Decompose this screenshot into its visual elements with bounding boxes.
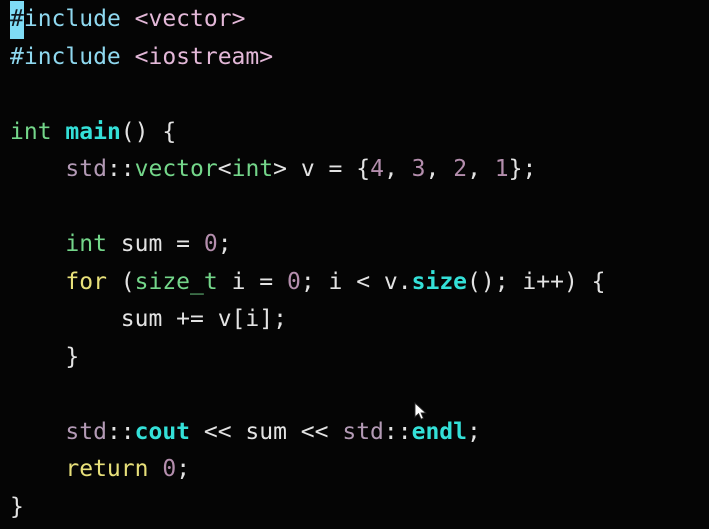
code-token: , — [383, 156, 412, 182]
code-token: :: — [106, 156, 135, 182]
code-token: endl — [411, 418, 467, 445]
code-token: 1 — [494, 156, 509, 182]
code-content[interactable]: #include <vector> #include <iostream> int… — [10, 1, 606, 526]
code-token: ; i < v. — [300, 268, 412, 295]
code-line[interactable] — [10, 76, 606, 114]
code-token: int — [65, 231, 107, 257]
code-token: for — [65, 268, 107, 295]
code-token: i = — [217, 268, 287, 295]
code-token: > — [273, 156, 301, 182]
code-token: }; — [508, 156, 537, 182]
code-token: std — [65, 418, 107, 445]
code-line[interactable]: int sum = 0; — [10, 226, 606, 264]
code-token: int — [231, 156, 274, 182]
code-token: () { — [120, 118, 177, 145]
code-token: std — [65, 156, 107, 182]
code-token: <iostream> — [134, 43, 274, 70]
code-token: size — [411, 268, 468, 295]
code-token: << sum << — [190, 418, 343, 445]
code-token: int — [10, 118, 52, 145]
code-token: size_t — [134, 268, 218, 295]
code-token: 0 — [162, 456, 177, 482]
code-token: include — [23, 6, 135, 32]
code-token: <vector> — [134, 6, 246, 32]
code-line[interactable]: return 0; — [10, 451, 606, 489]
code-token: 2 — [453, 156, 468, 182]
code-token: ; — [467, 418, 481, 445]
text-caret: # — [10, 1, 24, 39]
code-token: , — [467, 156, 495, 182]
code-line[interactable]: sum += v[i]; — [10, 301, 606, 339]
code-token: std — [342, 418, 384, 445]
code-token: } — [10, 493, 24, 520]
code-token: sum = — [106, 231, 204, 257]
code-token: cout — [134, 418, 191, 445]
code-token: 4 — [370, 156, 384, 182]
code-token: :: — [106, 418, 135, 445]
code-token: #include — [10, 43, 135, 70]
code-line[interactable] — [10, 376, 606, 414]
code-token: ( — [106, 268, 135, 295]
code-line[interactable]: int main() { — [10, 114, 606, 152]
code-token: } — [10, 343, 80, 370]
code-token: return — [65, 456, 149, 482]
code-line[interactable] — [10, 189, 606, 227]
code-line[interactable]: std::vector<int> v = {4, 3, 2, 1}; — [10, 151, 606, 189]
code-line[interactable]: } — [10, 339, 606, 377]
code-token: < — [217, 156, 232, 182]
code-token: , — [425, 156, 454, 182]
code-token: 3 — [411, 156, 426, 182]
code-token: 0 — [286, 268, 301, 295]
code-token: 0 — [203, 231, 218, 257]
code-token: sum += v[i]; — [10, 306, 287, 332]
code-line[interactable]: #include <vector> — [10, 1, 606, 39]
code-line[interactable]: } — [10, 489, 606, 527]
code-line[interactable]: for (size_t i = 0; i < v.size(); i++) { — [10, 264, 606, 302]
code-token: ; — [217, 231, 232, 257]
code-token: vector — [134, 156, 218, 182]
code-line[interactable]: std::cout << sum << std::endl; — [10, 414, 606, 452]
code-token: ; — [176, 456, 191, 482]
code-token: :: — [383, 418, 412, 445]
code-editor[interactable]: #include <vector> #include <iostream> int… — [0, 0, 709, 529]
code-token: (); i++) { — [467, 268, 606, 295]
code-line[interactable]: #include <iostream> — [10, 39, 606, 77]
code-token: main — [65, 118, 121, 145]
code-token: v = { — [300, 156, 371, 182]
